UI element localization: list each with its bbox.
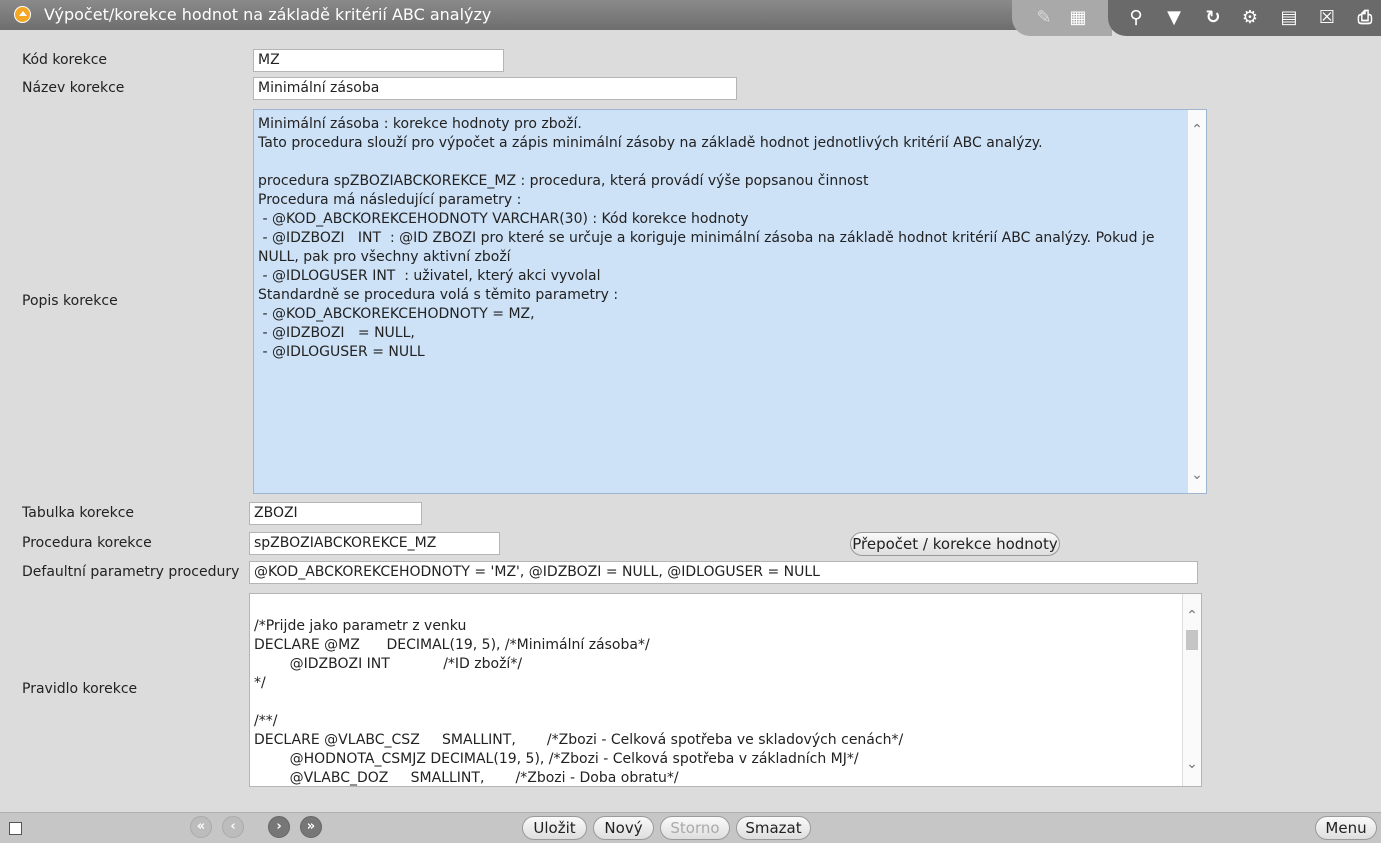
title-bar: Výpočet/korekce hodnot na základě kritér… [0,0,1381,36]
nazev-korekce-input[interactable]: Minimální zásoba [253,77,737,100]
last-record-icon[interactable]: » [300,816,322,838]
window-title: Výpočet/korekce hodnot na základě kritér… [44,5,492,24]
procedura-korekce-input[interactable]: spZBOZIABCKOREKCE_MZ [249,532,500,555]
scroll-up-icon[interactable]: ⌃ [1183,608,1201,624]
close-icon[interactable]: ☒ [1315,7,1339,29]
grid-icon[interactable]: ▦ [1066,7,1090,29]
recalc-button[interactable]: Přepočet / korekce hodnoty [850,532,1060,556]
select-checkbox[interactable] [9,822,22,835]
nazev-korekce-label: Název korekce [22,80,125,96]
pravidlo-korekce-label: Pravidlo korekce [22,681,138,697]
cancel-button[interactable]: Storno [660,816,730,840]
app-logo-icon[interactable] [14,6,31,23]
filter-icon[interactable]: ▼ [1162,7,1186,29]
parametry-input[interactable]: @KOD_ABCKOREKCEHODNOTY = 'MZ', @IDZBOZI … [249,561,1198,584]
footer-bar: « ‹ › » Uložit Nový Storno Smazat Menu [0,812,1381,843]
previous-record-icon[interactable]: ‹ [222,816,244,838]
parametry-label: Defaultní parametry procedury [22,564,240,580]
refresh-icon[interactable]: ↻ [1201,7,1225,29]
save-button[interactable]: Uložit [522,816,587,840]
print-icon[interactable]: ⎙ [1353,7,1377,29]
first-record-icon[interactable]: « [190,816,212,838]
new-button[interactable]: Nový [593,816,654,840]
tabulka-korekce-input[interactable]: ZBOZI [249,502,422,525]
scroll-thumb[interactable] [1186,630,1198,650]
search-icon[interactable]: ⚲ [1124,7,1148,29]
toolbar-group-main: ⚲ ▼ ↻ ⚙ ▤ ☒ ⎙ [1108,0,1381,36]
popis-scrollbar[interactable]: ⌃ ⌄ [1187,110,1206,493]
pravidlo-scrollbar[interactable]: ⌃ ⌄ [1182,594,1201,786]
next-record-icon[interactable]: › [268,816,290,838]
edit-icon[interactable]: ✎ [1032,7,1056,29]
kod-korekce-label: Kód korekce [22,52,108,68]
popis-korekce-textarea[interactable]: Minimální zásoba : korekce hodnoty pro z… [253,109,1207,494]
kod-korekce-input[interactable]: MZ [253,49,504,72]
settings-user-icon[interactable]: ⚙ [1238,7,1262,29]
tabulka-korekce-label: Tabulka korekce [22,505,135,521]
delete-button[interactable]: Smazat [736,816,811,840]
procedura-korekce-label: Procedura korekce [22,535,152,551]
scroll-down-icon[interactable]: ⌄ [1188,467,1206,483]
toolbar-group-secondary: ✎ ▦ [1012,0,1112,36]
popis-korekce-text[interactable]: Minimální zásoba : korekce hodnoty pro z… [258,115,1168,362]
menu-button[interactable]: Menu [1315,816,1377,840]
document-icon[interactable]: ▤ [1277,7,1301,29]
pravidlo-korekce-text[interactable]: /*Prijde jako parametr z venku DECLARE @… [254,617,1174,786]
popis-korekce-label: Popis korekce [22,293,118,309]
scroll-down-icon[interactable]: ⌄ [1183,756,1201,772]
scroll-up-icon[interactable]: ⌃ [1188,122,1206,138]
pravidlo-korekce-textarea[interactable]: /*Prijde jako parametr z venku DECLARE @… [249,593,1202,787]
